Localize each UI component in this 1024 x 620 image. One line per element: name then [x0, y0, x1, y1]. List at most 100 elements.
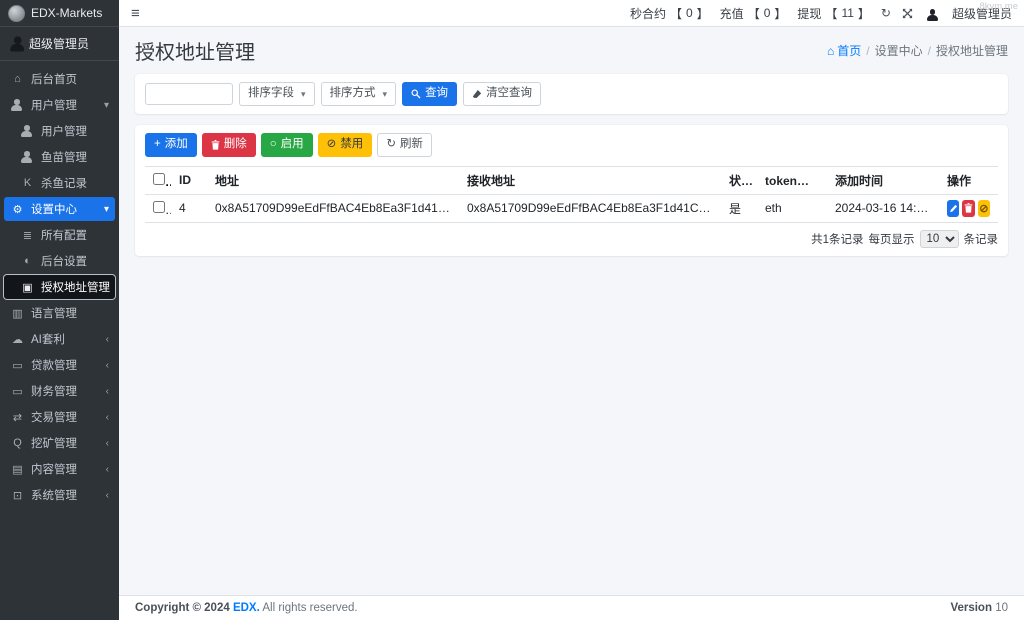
- sidebar-item-label: 鱼苗管理: [41, 152, 87, 164]
- row-checkbox[interactable]: [153, 200, 165, 213]
- sidebar-item-language-management[interactable]: ▥ 语言管理: [4, 301, 115, 325]
- delete-label: 删除: [223, 137, 247, 150]
- fullscreen-icon[interactable]: [902, 8, 913, 19]
- home-icon: ⌂: [14, 73, 21, 85]
- sidebar-item-label: 交易管理: [31, 412, 77, 424]
- breadcrumb-item: 设置中心: [874, 44, 923, 58]
- refresh-icon: ↻: [386, 137, 396, 150]
- sidebar-item-label: 用户管理: [41, 126, 87, 138]
- version-value: 10: [995, 602, 1008, 614]
- circle-icon: ○: [269, 137, 277, 150]
- ban-icon: ⊘: [979, 202, 989, 215]
- row-edit-button[interactable]: [947, 199, 960, 217]
- delete-button[interactable]: 删除: [201, 132, 256, 157]
- brand[interactable]: EDX-Markets: [0, 0, 119, 27]
- breadcrumb-separator: /: [927, 43, 931, 58]
- clear-query-button[interactable]: 清空查询: [463, 82, 542, 106]
- sidebar-item-settings-center[interactable]: ⚙ 设置中心 ▾: [4, 197, 115, 221]
- breadcrumb-item-current: 授权地址管理: [935, 44, 1008, 58]
- person-icon: [926, 9, 939, 21]
- sidebar-item-kill-records[interactable]: K 杀鱼记录: [4, 171, 115, 195]
- kill-record-icon: K: [23, 177, 32, 189]
- top-navbar: ≡ 秒合约【0】 充值【0】 提现【11】 ↻ 超级管理员: [119, 0, 1024, 27]
- sidebar-item-content-management[interactable]: ▤ 内容管理 ‹: [4, 457, 115, 481]
- page-head: 授权地址管理 ⌂ 首页 / 设置中心 / 授权地址管理: [135, 36, 1008, 65]
- cell-status: 是: [721, 193, 757, 223]
- sidebar-item-system-management[interactable]: ⊡ 系统管理 ‹: [4, 483, 115, 507]
- list-icon: ≣: [22, 229, 33, 242]
- stat-label: 充值: [719, 6, 744, 21]
- home-icon: ⌂: [827, 43, 835, 58]
- sidebar-item-label: 用户管理: [31, 100, 77, 112]
- search-input[interactable]: [145, 82, 233, 105]
- sort-order-dropdown[interactable]: 排序方式 ▾: [320, 82, 397, 106]
- per-page-select[interactable]: 10: [919, 229, 959, 248]
- sidebar-user-panel[interactable]: 超级管理员: [0, 27, 119, 61]
- chevron-down-icon: ▾: [103, 203, 109, 215]
- stat-value: 11: [841, 6, 854, 20]
- breadcrumb-separator: /: [866, 43, 870, 58]
- user-avatar[interactable]: [924, 5, 941, 21]
- bracket: 】: [696, 6, 709, 21]
- bracket: 【: [825, 6, 838, 21]
- sidebar-item-label: AI套利: [31, 334, 65, 346]
- stat-recharge: 充值【0】: [720, 5, 787, 22]
- cell-added-time: 2024-03-16 14:01:30: [827, 193, 939, 223]
- cell-token-type: eth: [757, 193, 827, 223]
- chevron-left-icon: ‹: [105, 411, 109, 423]
- table-row: 4 0x8A51709D99eEdFfBAC4Eb8Ea3F1d41C032E2…: [145, 193, 998, 223]
- stat-seconds-contract: 秒合约【0】: [630, 5, 709, 22]
- data-table: ID 地址 接收地址 状态 token类型 添加时间 操作 4 0x8A5170…: [145, 165, 998, 223]
- header-receive-address: 接收地址: [459, 165, 721, 195]
- refresh-icon[interactable]: ↻: [881, 6, 891, 20]
- footer-copyright: Copyright © 2024 EDX. All rights reserve…: [135, 602, 358, 614]
- sidebar-item-mining-management[interactable]: Q 挖矿管理 ‹: [4, 431, 115, 455]
- sidebar-item-label: 挖矿管理: [31, 438, 77, 450]
- footer-brand-link[interactable]: EDX.: [233, 602, 260, 614]
- sidebar-item-label: 授权地址管理: [41, 282, 110, 294]
- sidebar-item-ai-arbitrage[interactable]: ☁ AI套利 ‹: [4, 327, 115, 351]
- sidebar-item-user-management-sub[interactable]: 用户管理: [4, 119, 115, 143]
- sidebar-item-backend-settings[interactable]: ◐ 后台设置: [4, 249, 115, 273]
- navbar-username[interactable]: 超级管理员: [952, 5, 1012, 22]
- sidebar-item-finance-management[interactable]: ▭ 财务管理 ‹: [4, 379, 115, 403]
- sidebar: EDX-Markets 超级管理员 ⌂ 后台首页 用户管理 ▾ 用户管理 鱼苗管…: [0, 0, 119, 620]
- header-actions: 操作: [939, 165, 998, 195]
- sidebar-item-all-config[interactable]: ≣ 所有配置: [4, 223, 115, 247]
- sidebar-item-user-management[interactable]: 用户管理 ▾: [4, 93, 115, 117]
- query-button[interactable]: 查询: [402, 82, 458, 106]
- sidebar-item-label: 杀鱼记录: [41, 178, 87, 190]
- refresh-button[interactable]: ↻ 刷新: [377, 132, 432, 157]
- row-delete-button[interactable]: [962, 199, 975, 217]
- ban-icon: ⊘: [326, 137, 337, 150]
- header-added-time: 添加时间: [827, 165, 939, 195]
- breadcrumb-home-link[interactable]: ⌂ 首页: [827, 42, 861, 59]
- chevron-down-icon: ▾: [382, 88, 388, 99]
- sidebar-item-label: 设置中心: [31, 204, 77, 216]
- money-icon: ▭: [12, 385, 23, 398]
- search-card: 排序字段 ▾ 排序方式 ▾ 查询 清空查询: [135, 74, 1008, 114]
- sidebar-item-trade-management[interactable]: ⇄ 交易管理 ‹: [4, 405, 115, 429]
- sidebar-item-loan-management[interactable]: ▭ 贷款管理 ‹: [4, 353, 115, 377]
- cloud-icon: ☁: [12, 333, 23, 346]
- main-area: 8kvm.me ≡ 秒合约【0】 充值【0】 提现【11】 ↻ 超级管理员 授权…: [119, 0, 1024, 620]
- select-all-checkbox[interactable]: [153, 172, 165, 185]
- sort-field-dropdown[interactable]: 排序字段 ▾: [239, 82, 315, 106]
- stat-withdraw: 提现【11】: [797, 5, 870, 22]
- sidebar-item-dashboard[interactable]: ⌂ 后台首页: [4, 67, 115, 91]
- chevron-left-icon: ‹: [105, 359, 109, 371]
- add-button[interactable]: + 添加: [145, 132, 197, 157]
- user-icon: [20, 125, 35, 137]
- bracket: 【: [669, 6, 682, 21]
- disable-button[interactable]: ⊘ 禁用: [317, 132, 373, 157]
- chevron-left-icon: ‹: [105, 385, 109, 397]
- header-status: 状态: [721, 165, 757, 195]
- user-avatar-icon: [9, 36, 25, 51]
- enable-button[interactable]: ○ 启用: [260, 132, 313, 157]
- row-disable-button[interactable]: ⊘: [977, 199, 990, 217]
- sidebar-item-fry-management[interactable]: 鱼苗管理: [4, 145, 115, 169]
- hamburger-icon[interactable]: ≡: [131, 6, 140, 21]
- sidebar-item-authorized-address[interactable]: ▣ 授权地址管理: [4, 275, 115, 299]
- header-token-type: token类型: [757, 165, 827, 195]
- breadcrumb: ⌂ 首页 / 设置中心 / 授权地址管理: [827, 42, 1008, 59]
